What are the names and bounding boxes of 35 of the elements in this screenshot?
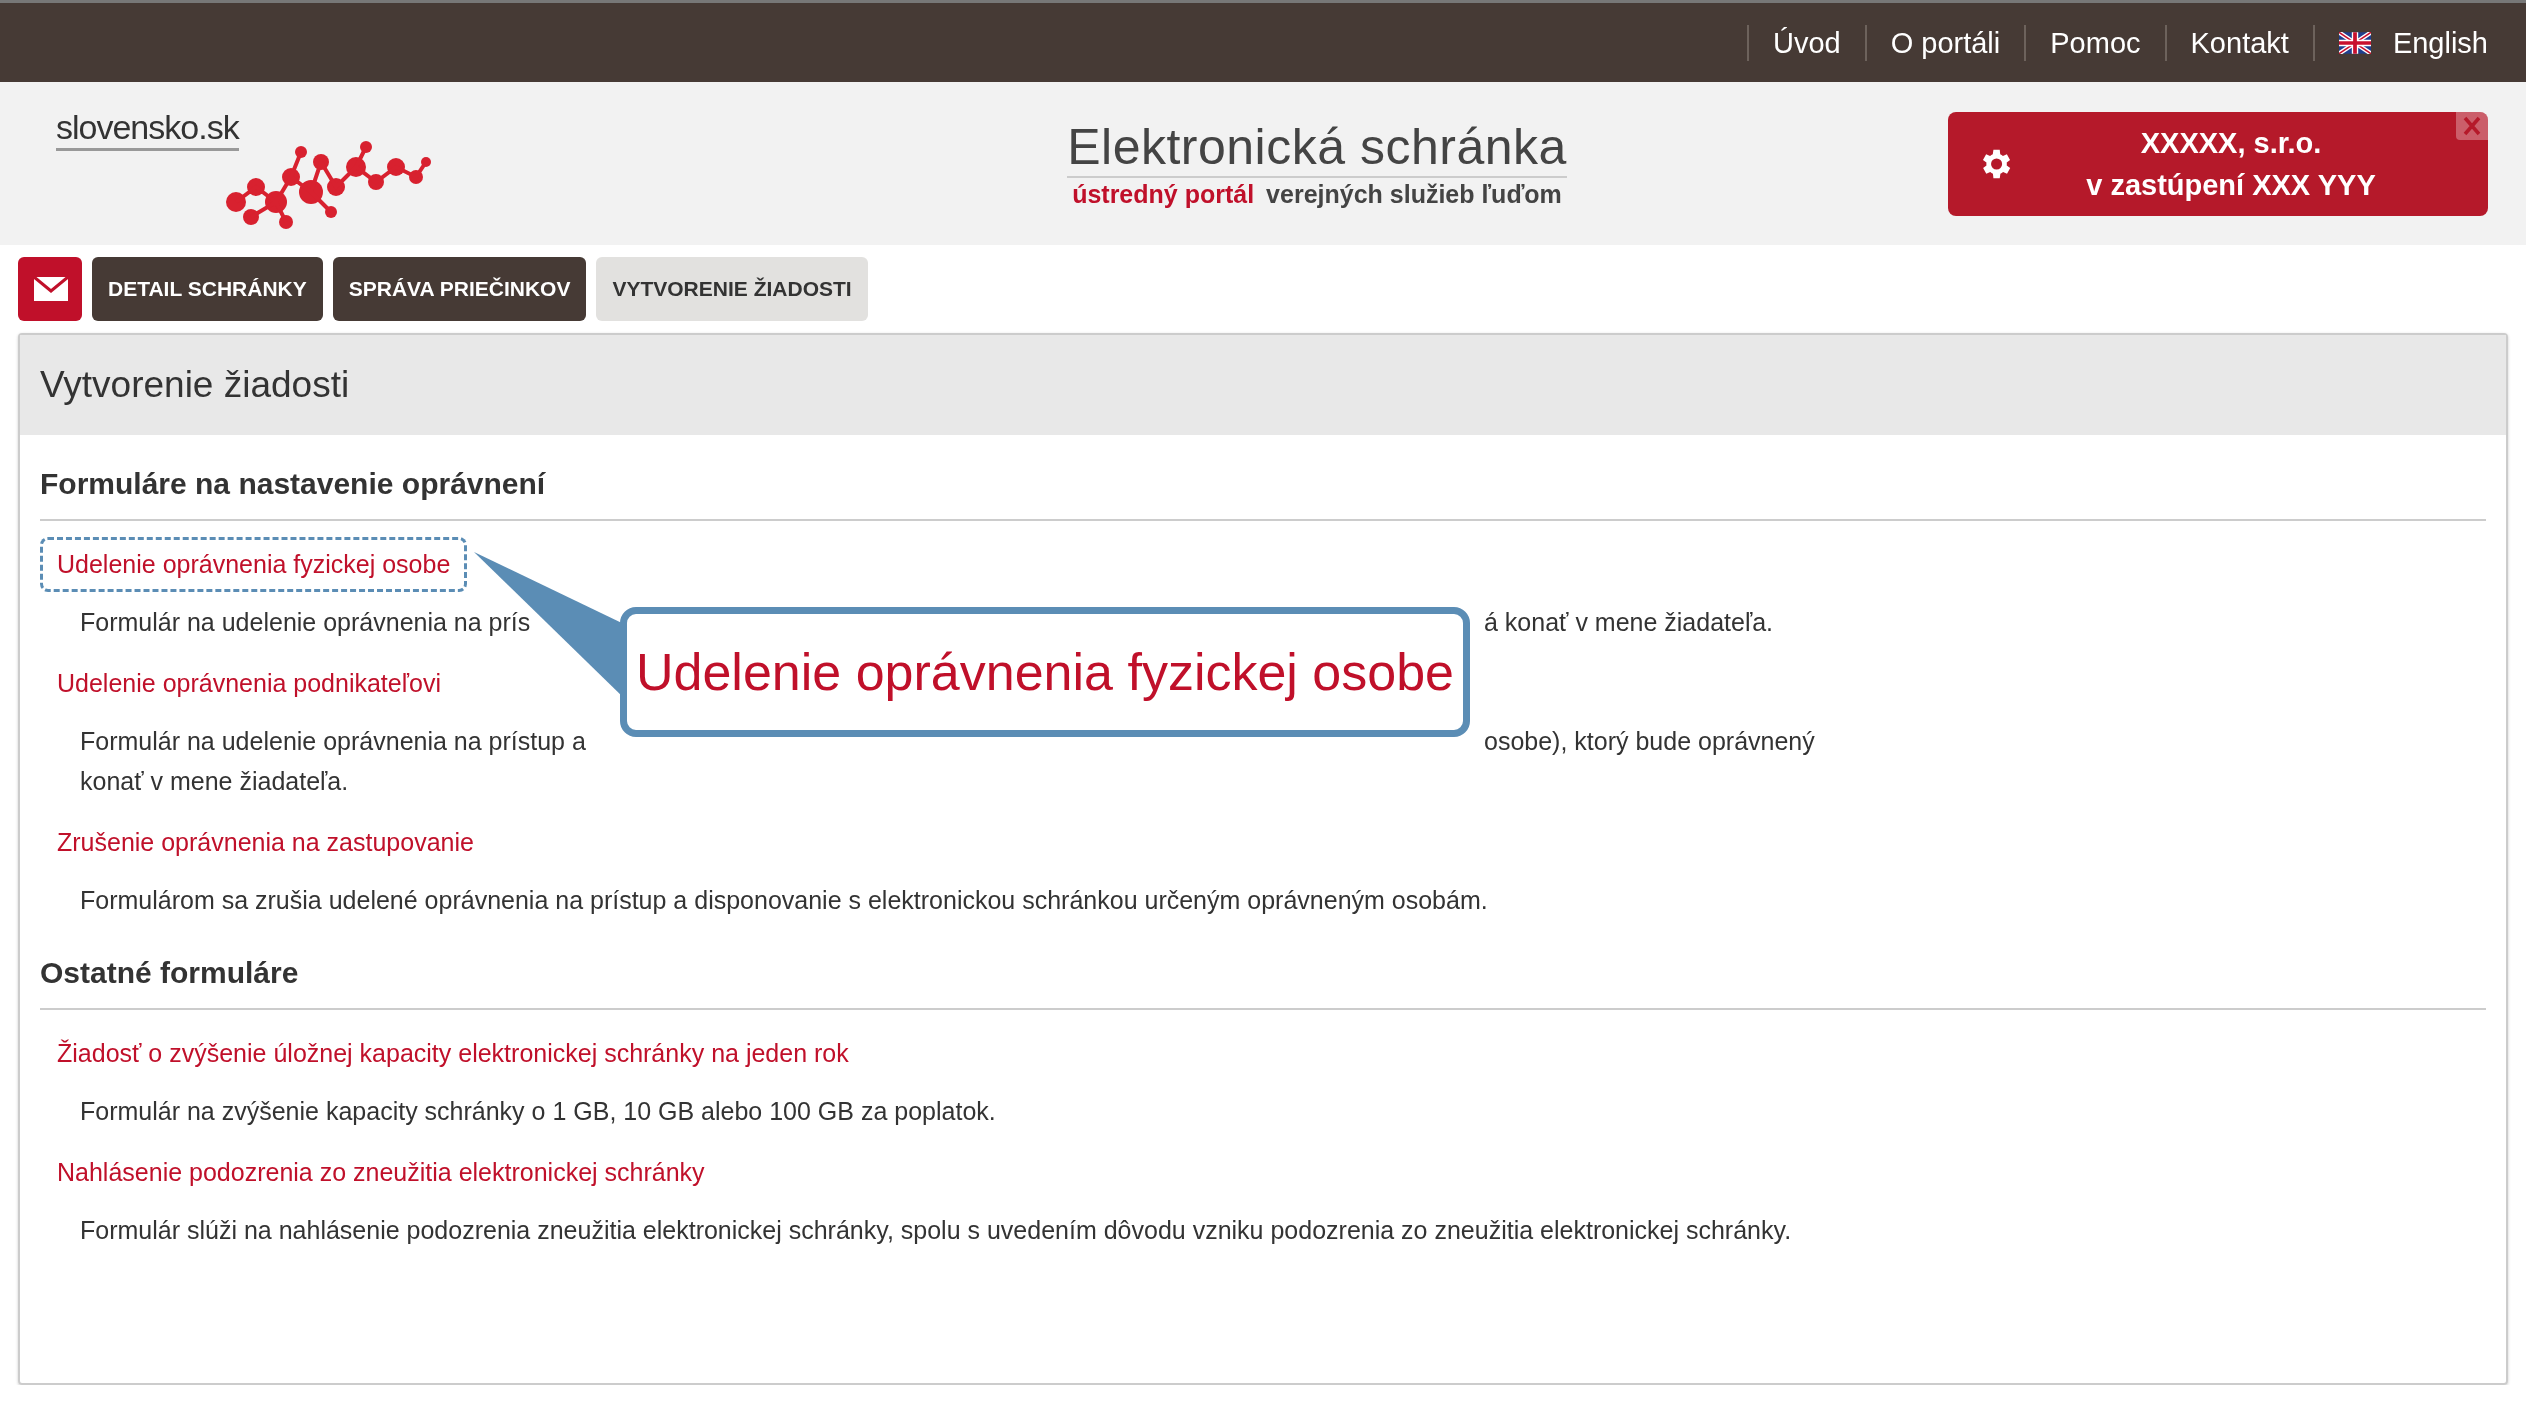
form-link[interactable]: Udelenie oprávnenia fyzickej osobe (40, 537, 468, 592)
panel-title: Vytvorenie žiadosti (40, 364, 350, 406)
form-link[interactable]: Zrušenie oprávnenia na zastupovanie (40, 815, 491, 870)
account-box[interactable]: XXXXX, s.r.o. v zastúpení XXX YYY (1948, 111, 2488, 216)
account-name: XXXXX, s.r.o. (2140, 125, 2322, 161)
nav-link[interactable]: Úvod (1746, 24, 1865, 61)
form-link[interactable]: Udelenie oprávnenia podnikateľovi (40, 656, 458, 711)
form-description: Formulár na udelenie oprávnenia na prís (80, 607, 531, 638)
form-link[interactable]: Žiadosť o zvýšenie úložnej kapacity elektronickej schránky na jeden rok (40, 1026, 866, 1081)
nav-link[interactable]: O portáli (1864, 24, 2025, 61)
subtitle-highlight: ústredný portál (1072, 180, 1255, 209)
form-description: konať v mene žiadateľa. (80, 766, 349, 797)
form-link[interactable]: Nahlásenie podozrenia zo zneužitia elektronickej schránky (40, 1145, 722, 1200)
app-title: Elektronická schránka (1067, 118, 1567, 178)
nav-link[interactable]: English (2312, 24, 2512, 61)
close-icon[interactable] (2456, 111, 2488, 140)
callout-box: Udelenie oprávnenia fyzickej osobe (620, 607, 1470, 737)
form-description: Formulár na udelenie oprávnenia na prístup a (80, 726, 586, 757)
form-description: á konať v mene žiadateľa. (1484, 607, 1774, 638)
section-heading: Formuláre na nastavenie oprávnení (40, 467, 2486, 521)
subtitle-text: verejných služieb ľuďom (1266, 180, 1562, 209)
flag-icon (2338, 31, 2371, 54)
form-description: Formulárom sa zrušia udelené oprávnenia na prístup a disponovanie s elektronickou schránkou určeným oprávneným osobám. (80, 885, 1488, 916)
account-name: v zastúpení XXX YYY (2086, 167, 2376, 203)
logo-text[interactable]: slovensko.sk (56, 107, 239, 151)
section-heading: Ostatné formuláre (40, 956, 2486, 1010)
nav-tab[interactable]: DETAIL SCHRÁNKY (92, 257, 323, 321)
nav-tab[interactable]: VYTVORENIE ŽIADOSTI (596, 257, 868, 321)
nav-link[interactable]: Kontakt (2164, 24, 2313, 61)
form-description: osobe), ktorý bude oprávnený (1484, 726, 1815, 757)
nav-tab[interactable]: SPRÁVA PRIEČINKOV (332, 257, 587, 321)
form-description: Formulár slúži na nahlásenie podozrenia zneužitia elektronickej schránky, spolu s uvedením dôvodu vzniku podozrenia zo zneužitia elektronickej schránky. (80, 1215, 1792, 1246)
form-description: Formulár na zvýšenie kapacity schránky o 1 GB, 10 GB alebo 100 GB za poplatok. (80, 1096, 996, 1127)
nav-link[interactable]: Pomoc (2024, 24, 2165, 61)
inbox-button[interactable] (18, 257, 82, 321)
